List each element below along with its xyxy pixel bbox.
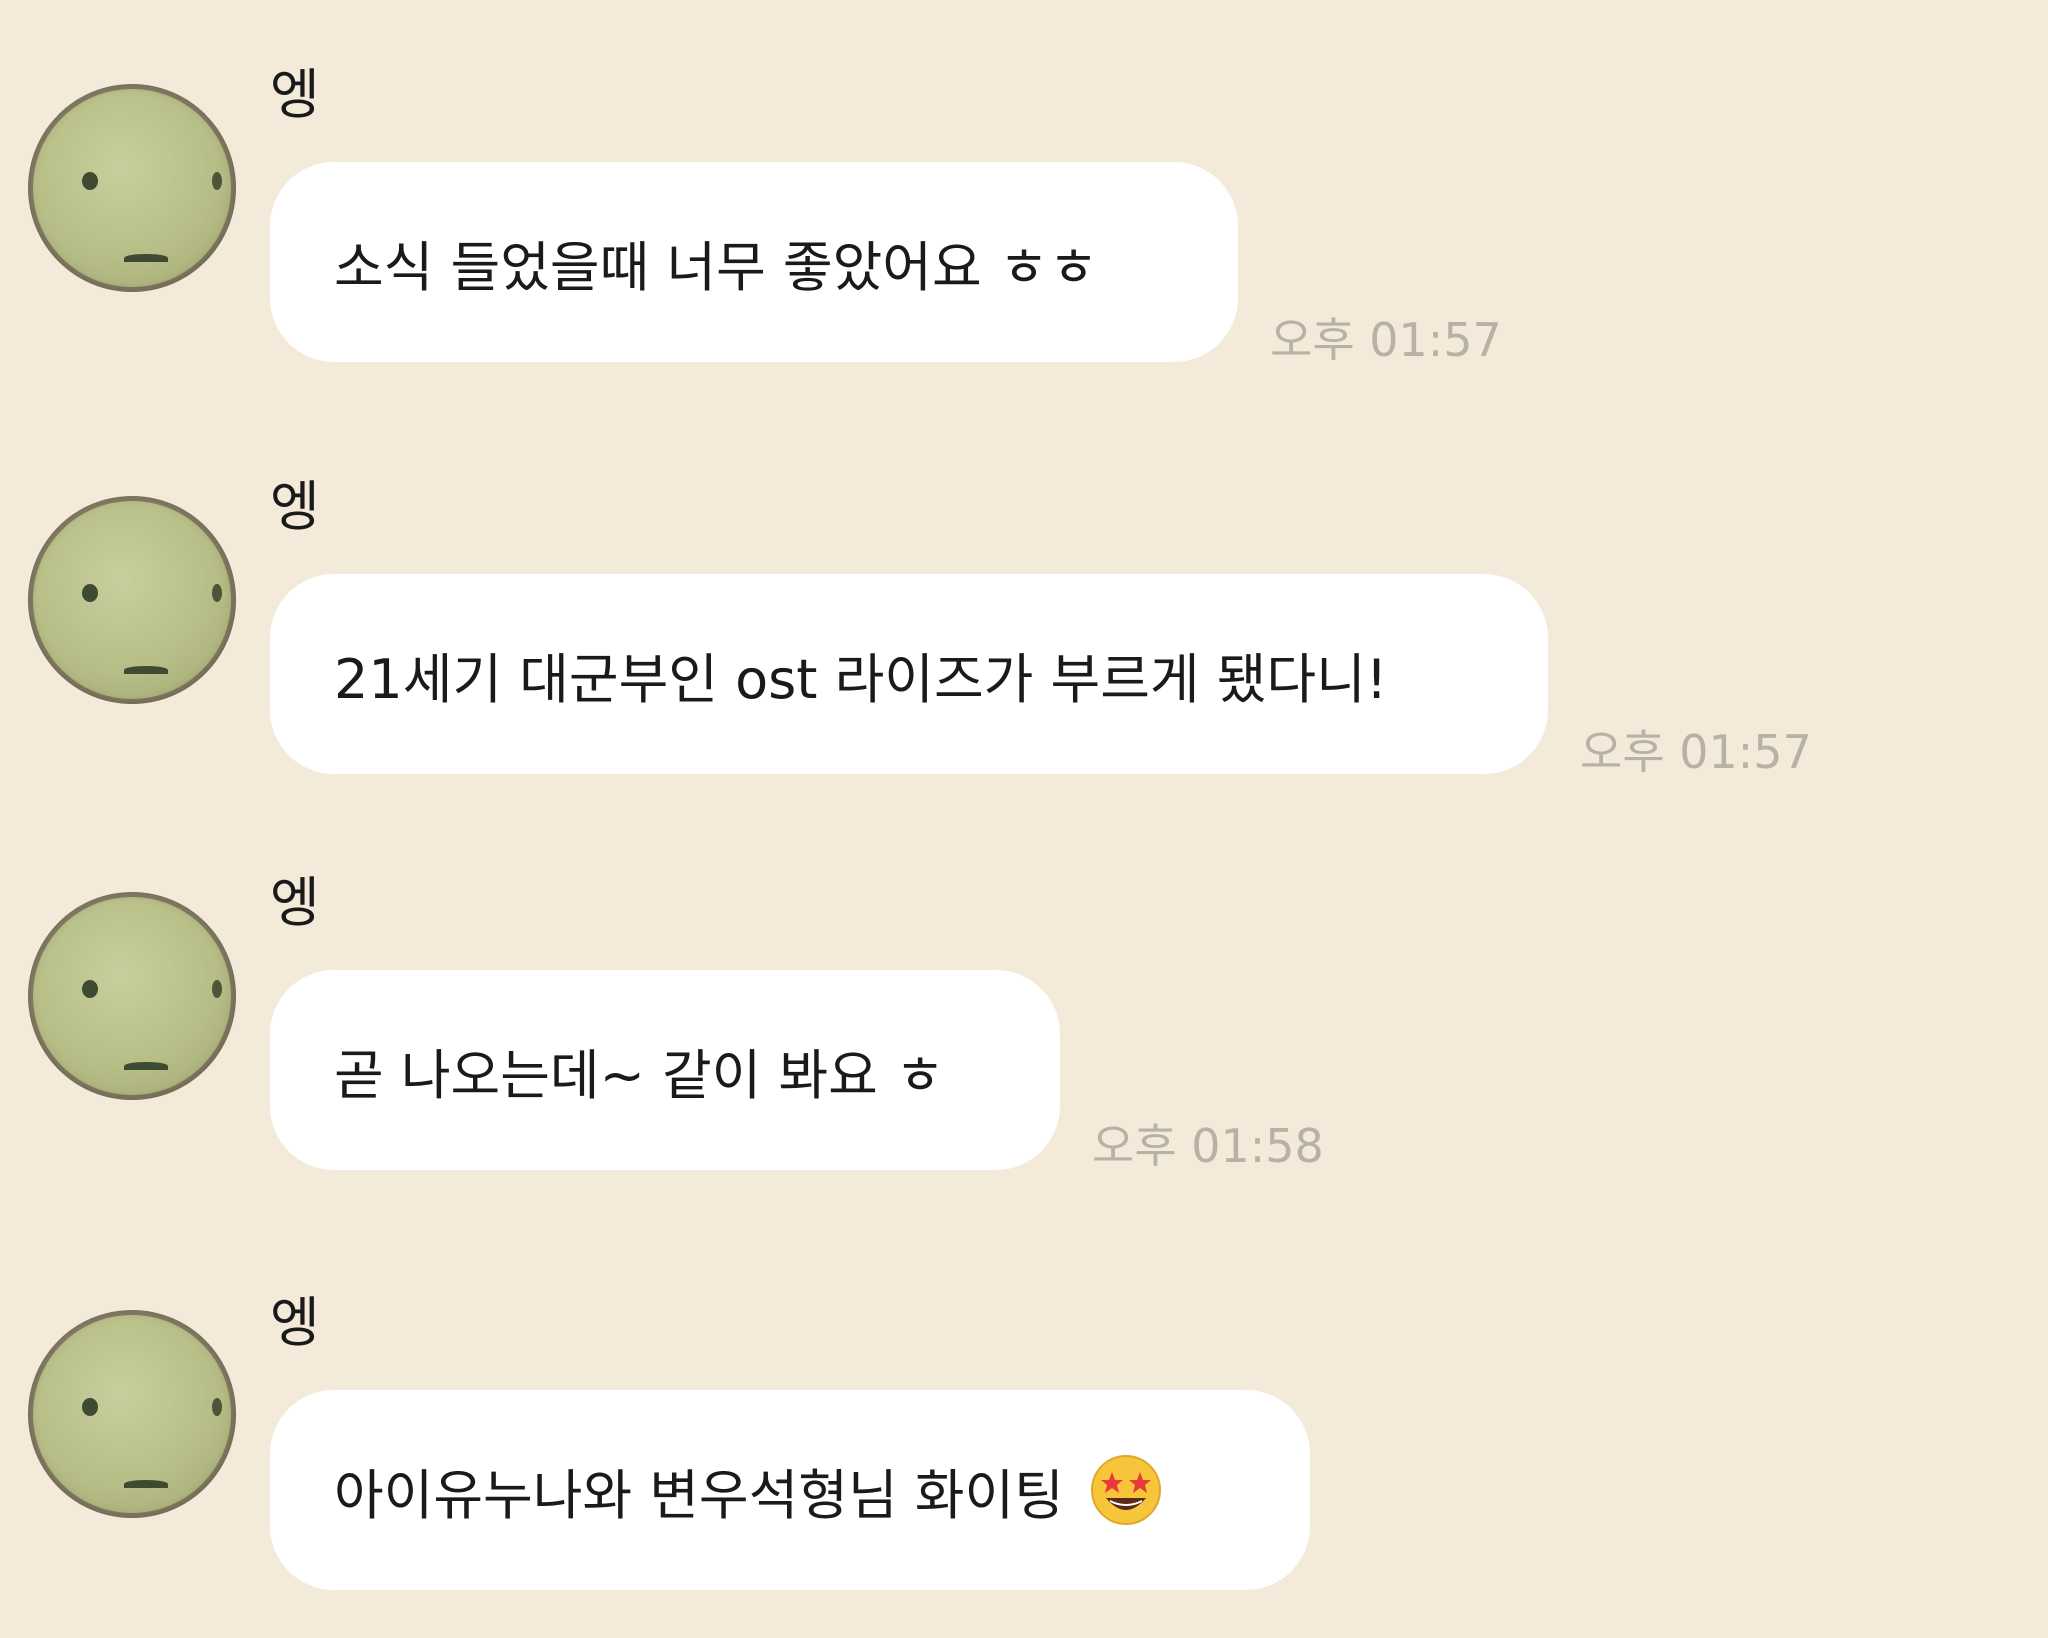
message-timestamp: 오후 01:57 — [1270, 313, 1502, 367]
avatar-eye — [212, 980, 222, 998]
avatar[interactable] — [28, 84, 236, 292]
avatar-eye — [212, 584, 222, 602]
avatar[interactable] — [28, 496, 236, 704]
message-bubble[interactable]: 곧 나오는데~ 같이 봐요 ㅎ — [270, 970, 1060, 1170]
avatar-eye — [212, 172, 222, 190]
sender-name: 엥 — [270, 475, 320, 538]
avatar[interactable] — [28, 892, 236, 1100]
sender-name: 엥 — [270, 1291, 320, 1354]
message-text: 소식 들었을때 너무 좋았어요 ㅎㅎ — [334, 235, 1099, 299]
message-timestamp: 오후 01:57 — [1580, 725, 1812, 779]
avatar-eye — [82, 172, 98, 190]
avatar-mouth — [124, 1062, 168, 1070]
message-text: 곧 나오는데~ 같이 봐요 ㅎ — [334, 1043, 945, 1107]
message-text: 21세기 대군부인 ost 라이즈가 부르게 됐다니! — [334, 647, 1388, 711]
avatar-eye — [212, 1398, 222, 1416]
avatar-mouth — [124, 254, 168, 262]
message-bubble[interactable]: 소식 들었을때 너무 좋았어요 ㅎㅎ — [270, 162, 1238, 362]
avatar[interactable] — [28, 1310, 236, 1518]
sender-name: 엥 — [270, 63, 320, 126]
message-bubble[interactable]: 아이유누나와 변우석형님 화이팅 — [270, 1390, 1310, 1590]
sender-name: 엥 — [270, 871, 320, 934]
avatar-mouth — [124, 1480, 168, 1488]
avatar-eye — [82, 584, 98, 602]
message-text: 아이유누나와 변우석형님 화이팅 — [334, 1463, 1064, 1527]
star-struck-emoji-icon — [1088, 1452, 1164, 1528]
chat-room: 엥 소식 들었을때 너무 좋았어요 ㅎㅎ 오후 01:57 엥 21세기 대군부… — [0, 0, 2048, 1638]
avatar-mouth — [124, 666, 168, 674]
avatar-eye — [82, 1398, 98, 1416]
avatar-eye — [82, 980, 98, 998]
message-bubble[interactable]: 21세기 대군부인 ost 라이즈가 부르게 됐다니! — [270, 574, 1548, 774]
message-timestamp: 오후 01:58 — [1092, 1119, 1324, 1173]
